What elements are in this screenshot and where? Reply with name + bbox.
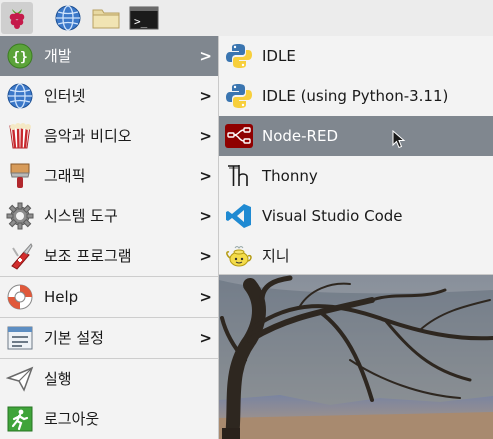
submenu-item-idle-python311[interactable]: IDLE (using Python-3.11) <box>219 76 493 116</box>
menu-item-accessories[interactable]: 보조 프로그램 > <box>0 236 218 276</box>
menu-item-label: 그래픽 <box>44 167 86 185</box>
submenu-item-label: Thonny <box>262 167 318 185</box>
paper-plane-icon <box>6 366 34 392</box>
main-menu: {} 개발 > 인터넷 > 음악과 비디오 > 그래픽 > 시스템 도구 > 보… <box>0 36 219 439</box>
submenu-arrow-icon: > <box>199 207 212 225</box>
submenu-item-vscode[interactable]: Visual Studio Code <box>219 196 493 236</box>
menu-item-label: 실행 <box>44 370 72 388</box>
menu-item-programming[interactable]: {} 개발 > <box>0 36 218 76</box>
submenu-item-idle[interactable]: IDLE <box>219 36 493 76</box>
svg-text:{}: {} <box>12 50 28 65</box>
python-icon <box>226 44 252 68</box>
submenu-arrow-icon: > <box>199 288 212 306</box>
submenu-item-label: Node-RED <box>262 127 339 145</box>
menu-item-system-tools[interactable]: 시스템 도구 > <box>0 196 218 236</box>
pocket-knife-icon <box>11 243 33 270</box>
submenu-arrow-icon: > <box>199 167 212 185</box>
programming-braces-icon: {} <box>7 43 33 69</box>
menu-item-label: 인터넷 <box>44 87 86 105</box>
menu-item-label: 시스템 도구 <box>44 207 118 225</box>
globe-icon <box>7 83 33 109</box>
submenu-arrow-icon: > <box>199 329 212 347</box>
paintbrush-icon <box>10 163 30 188</box>
menu-item-internet[interactable]: 인터넷 > <box>0 76 218 116</box>
terminal-icon: >_ <box>129 6 159 30</box>
programming-submenu: IDLE IDLE (using Python-3.11) Node-RED T… <box>219 36 493 275</box>
submenu-arrow-icon: > <box>199 87 212 105</box>
file-manager-folder-icon <box>92 9 120 29</box>
menu-item-logout[interactable]: 로그아웃 <box>0 399 218 439</box>
submenu-arrow-icon: > <box>199 47 212 65</box>
submenu-arrow-icon: > <box>199 127 212 145</box>
file-manager-button[interactable] <box>90 2 122 34</box>
geany-teapot-icon <box>226 246 252 267</box>
preferences-panel-icon <box>7 326 33 350</box>
menu-item-label: 로그아웃 <box>44 410 100 428</box>
menu-item-label: 음악과 비디오 <box>44 127 132 145</box>
lifebuoy-icon <box>7 284 33 310</box>
menu-item-label: 기본 설정 <box>44 329 104 347</box>
submenu-arrow-icon: > <box>199 247 212 265</box>
submenu-item-label: Visual Studio Code <box>262 207 403 225</box>
menu-item-run[interactable]: 실행 <box>0 359 218 399</box>
thonny-icon <box>228 165 248 186</box>
taskbar: >_ <box>0 0 493 37</box>
gear-icon <box>6 202 34 230</box>
python-icon <box>226 84 252 108</box>
web-browser-button[interactable] <box>52 2 84 34</box>
menu-item-label: Help <box>44 288 79 306</box>
submenu-item-thonny[interactable]: Thonny <box>219 156 493 196</box>
raspberry-pi-menu-icon <box>9 9 25 29</box>
film-popcorn-icon <box>9 123 31 149</box>
web-browser-globe-icon <box>55 5 81 31</box>
submenu-item-label: IDLE (using Python-3.11) <box>262 87 449 105</box>
submenu-item-label: IDLE <box>262 47 296 65</box>
menu-item-label: 보조 프로그램 <box>44 247 132 265</box>
terminal-button[interactable]: >_ <box>128 2 160 34</box>
vscode-icon <box>226 204 251 228</box>
menu-item-help[interactable]: Help > <box>0 277 218 317</box>
node-red-icon <box>225 124 253 148</box>
menu-item-graphics[interactable]: 그래픽 > <box>0 156 218 196</box>
mouse-pointer-icon <box>392 130 406 149</box>
exit-running-man-icon <box>7 406 33 432</box>
submenu-item-label: 지니 <box>262 247 290 265</box>
svg-text:>_: >_ <box>134 15 148 28</box>
menu-item-sound-video[interactable]: 음악과 비디오 > <box>0 116 218 156</box>
submenu-item-node-red[interactable]: Node-RED <box>219 116 493 156</box>
raspberry-pi-menu-button[interactable] <box>1 2 33 34</box>
menu-item-label: 개발 <box>44 47 72 65</box>
menu-item-preferences[interactable]: 기본 설정 > <box>0 318 218 358</box>
submenu-item-geany[interactable]: 지니 <box>219 236 493 276</box>
